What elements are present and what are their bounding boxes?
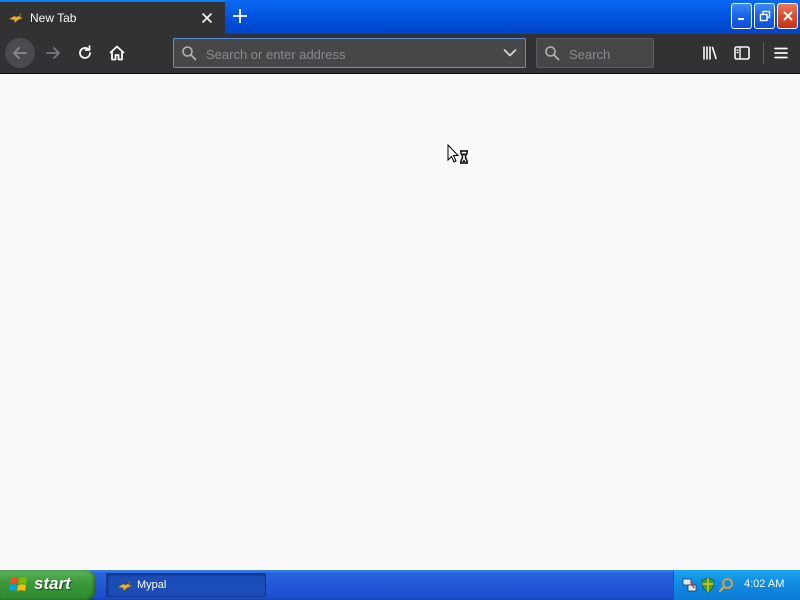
window-minimize-button[interactable] — [731, 3, 752, 29]
security-shield-icon[interactable] — [700, 577, 716, 593]
arrow-left-icon — [13, 47, 27, 59]
search-bar[interactable] — [536, 38, 654, 68]
arrow-right-icon — [46, 47, 60, 59]
mypal-bird-icon — [117, 580, 133, 592]
close-icon — [782, 11, 793, 21]
minimize-icon — [737, 18, 744, 20]
taskbar: start Mypal 4:02 AM — [0, 570, 800, 600]
clock: 4:02 AM — [744, 578, 785, 590]
library-icon — [703, 46, 717, 60]
start-button[interactable]: start — [0, 570, 96, 600]
address-bar[interactable] — [173, 38, 526, 68]
tab-close-button[interactable] — [199, 10, 215, 26]
page-content-area[interactable] — [0, 74, 800, 570]
windows-logo-icon — [9, 577, 27, 591]
browser-title-bar: New Tab — [0, 0, 800, 34]
new-tab-button[interactable] — [230, 6, 250, 26]
toolbar-separator — [763, 42, 764, 64]
home-button[interactable] — [102, 38, 132, 68]
restore-icon — [759, 10, 770, 22]
tab-title: New Tab — [30, 11, 77, 25]
chevron-down-icon[interactable] — [503, 47, 517, 59]
address-input[interactable] — [204, 43, 498, 65]
forward-button[interactable] — [38, 38, 68, 68]
search-icon — [545, 46, 560, 61]
plus-icon — [233, 9, 247, 23]
search-icon[interactable] — [718, 577, 734, 593]
reload-button[interactable] — [70, 38, 100, 68]
navigation-toolbar — [0, 34, 800, 74]
start-label: start — [34, 574, 71, 593]
sidebar-icon — [734, 46, 750, 60]
search-icon — [182, 46, 197, 61]
busy-hourglass-cursor — [447, 144, 468, 164]
window-close-button[interactable] — [777, 3, 798, 29]
home-icon — [109, 45, 125, 61]
taskbar-item-mypal[interactable]: Mypal — [106, 573, 266, 597]
desktop-screen: New Tab Search or enter address Search s… — [0, 0, 800, 600]
taskbar-item-label: Mypal — [137, 579, 167, 591]
library-button[interactable] — [695, 38, 725, 68]
back-button[interactable] — [5, 38, 35, 68]
sidebar-toggle-button[interactable] — [727, 38, 757, 68]
mypal-bird-icon — [8, 12, 24, 24]
open-menu-button[interactable] — [766, 38, 796, 68]
tab-new-tab[interactable]: New Tab — [0, 0, 225, 34]
window-restore-button[interactable] — [754, 3, 775, 29]
close-icon — [202, 13, 212, 23]
search-input[interactable] — [567, 43, 651, 65]
system-tray: 4:02 AM — [673, 570, 800, 600]
network-icon[interactable] — [682, 577, 698, 593]
reload-icon — [79, 45, 91, 59]
hamburger-menu-icon — [774, 47, 788, 59]
